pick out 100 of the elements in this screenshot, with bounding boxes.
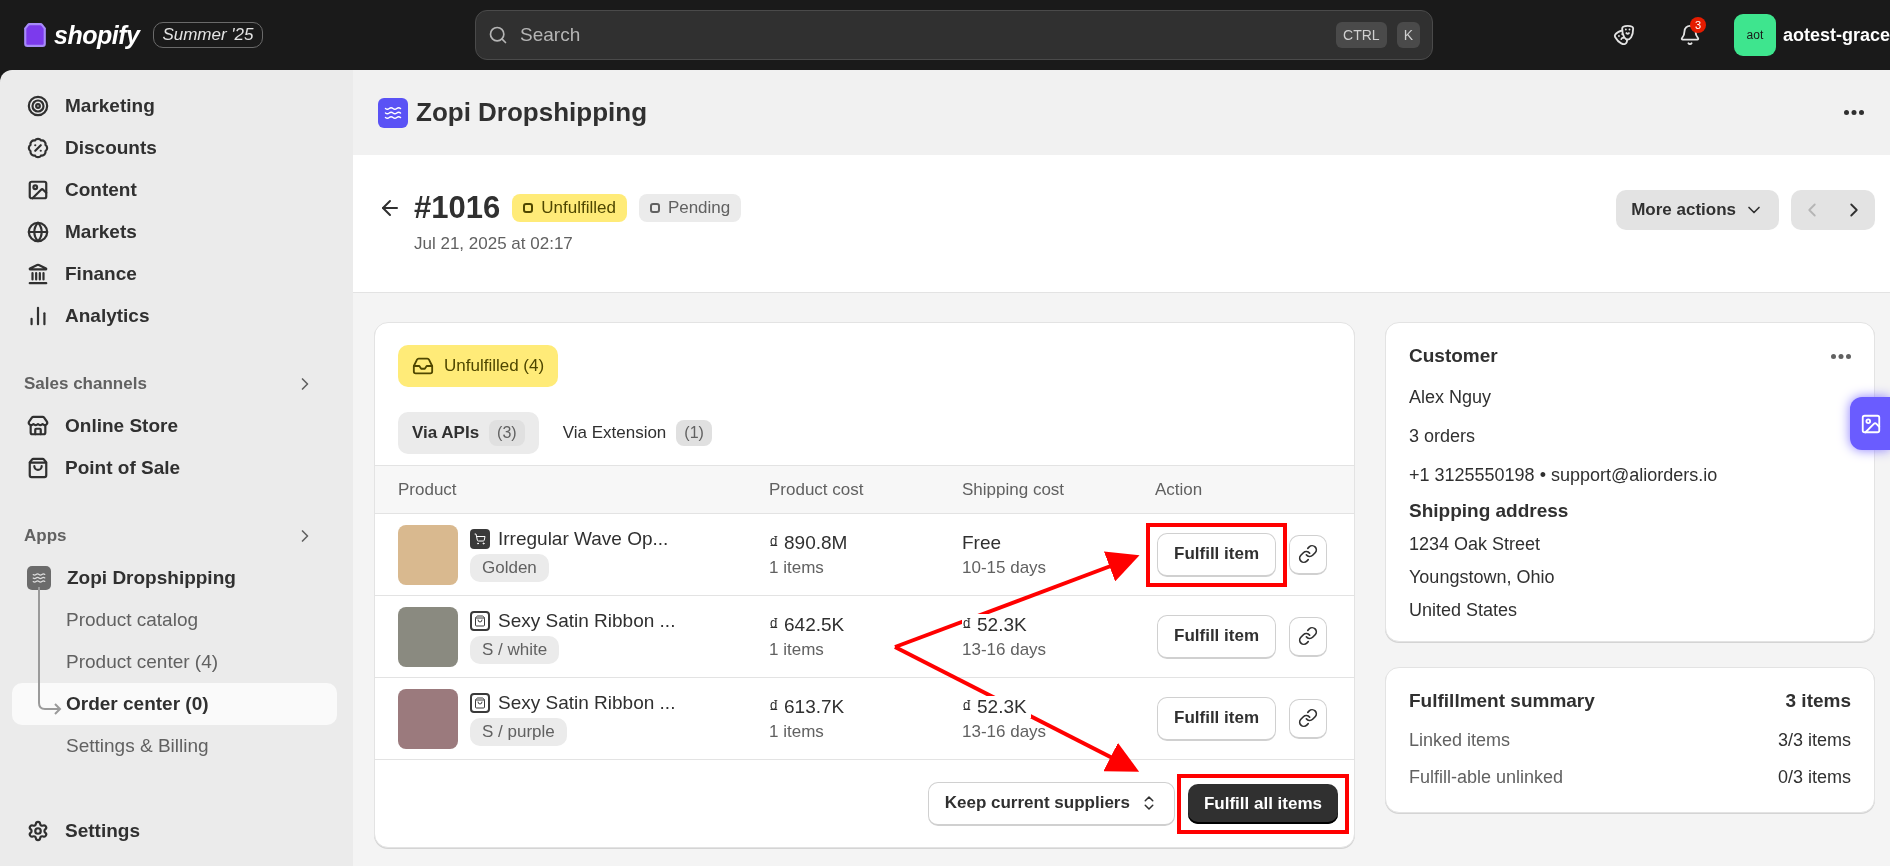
- more-actions-button[interactable]: More actions: [1616, 190, 1779, 230]
- notification-count: 3: [1689, 17, 1706, 33]
- column-header: Product cost: [769, 479, 865, 500]
- mask-icon: [1612, 24, 1635, 46]
- sidebar-section-heading[interactable]: Sales channels: [24, 363, 315, 405]
- photo-placeholder: [398, 524, 458, 585]
- tree-connector-icon: [36, 587, 64, 715]
- card-title: Shipping address: [1409, 500, 1569, 522]
- sidebar-subitem[interactable]: Product center (4): [12, 641, 337, 683]
- product-cost: ₫ 642.5K: [769, 613, 845, 636]
- fulfill-item-button[interactable]: Fulfill item: [1157, 532, 1276, 577]
- app-title: Zopi Dropshipping: [416, 97, 648, 128]
- product-name[interactable]: Irregular Wave Op...: [498, 527, 669, 550]
- search-input[interactable]: Search: [518, 23, 1327, 47]
- column-header: Product: [398, 479, 458, 500]
- photo-placeholder: [398, 606, 458, 667]
- link-button[interactable]: [1289, 534, 1327, 575]
- tab-count: (1): [676, 420, 712, 446]
- product-cost: ₫ 890.8M: [769, 531, 848, 554]
- summary-label: Fulfill-able unlinked: [1409, 767, 1564, 788]
- delivery-time: 13-16 days: [962, 721, 1047, 742]
- store-avatar[interactable]: aot: [1733, 14, 1776, 56]
- address-line: Youngstown, Ohio: [1409, 566, 1556, 589]
- order-number: #1016: [414, 190, 501, 226]
- status-badge: Unfulfilled: [512, 194, 627, 222]
- shortcut-key: CTRL: [1336, 22, 1387, 48]
- item-quantity: 1 items: [769, 721, 824, 742]
- notifications-button[interactable]: 3: [1667, 13, 1712, 57]
- column-header: Shipping cost: [962, 479, 1066, 500]
- tab[interactable]: Via Extension (1): [548, 412, 726, 454]
- customer-name[interactable]: Alex Nguy: [1409, 379, 1851, 418]
- fulfill-all-button[interactable]: Fulfill all items: [1187, 783, 1338, 824]
- product-name[interactable]: Sexy Satin Ribbon ...: [498, 609, 676, 632]
- sidebar-item[interactable]: Marketing: [12, 85, 337, 127]
- sidebar-item[interactable]: Online Store: [12, 405, 337, 447]
- sidebar-item[interactable]: Content: [12, 169, 337, 211]
- store-name[interactable]: aotest-grace: [1782, 24, 1890, 46]
- fulfill-item-button[interactable]: Fulfill item: [1157, 614, 1276, 659]
- item-quantity: 1 items: [769, 557, 824, 578]
- app-logo-icon: [378, 97, 408, 128]
- nav-icon: [27, 263, 49, 285]
- status-badge: Pending: [638, 194, 742, 222]
- nav-icon: [27, 415, 49, 437]
- sidebar-subitem[interactable]: Product catalog: [12, 599, 337, 641]
- sidebar-subitem[interactable]: Settings & Billing: [12, 725, 337, 767]
- link-button[interactable]: [1289, 698, 1327, 739]
- item-quantity: 1 items: [769, 639, 824, 660]
- sidebar-item[interactable]: Discounts: [12, 127, 337, 169]
- tab-count: (3): [489, 420, 525, 446]
- sidebar-item[interactable]: Analytics: [12, 295, 337, 337]
- link-icon: [1298, 626, 1318, 646]
- delivery-time: 10-15 days: [962, 557, 1047, 578]
- sidebar-item[interactable]: Settings: [12, 810, 337, 852]
- shortcut-key: K: [1396, 22, 1420, 48]
- summary-value: 0/3 items: [1777, 767, 1851, 788]
- nav-icon: [27, 305, 49, 327]
- nav-icon: [27, 137, 49, 159]
- contact-info: +1 3125550198 • support@aliorders.io: [1409, 464, 1719, 487]
- variant-label: Golden: [470, 553, 549, 582]
- nav-icon: [27, 179, 49, 201]
- address-line: 1234 Oak Street: [1409, 533, 1542, 556]
- column-header: Action: [1155, 479, 1204, 500]
- floating-widget-button[interactable]: [1850, 397, 1890, 450]
- store-icon: [470, 610, 490, 631]
- search-field[interactable]: Search CTRL K: [475, 10, 1433, 60]
- product-name[interactable]: Sexy Satin Ribbon ...: [498, 691, 676, 714]
- nav-icon: [27, 95, 49, 117]
- more-icon[interactable]: [1831, 353, 1851, 359]
- product-cost: ₫ 613.7K: [769, 695, 845, 718]
- sidebar-item[interactable]: Finance: [12, 253, 337, 295]
- sidebar-subitem[interactable]: Order center (0): [12, 683, 337, 725]
- link-button[interactable]: [1289, 616, 1327, 657]
- fulfill-item-button[interactable]: Fulfill item: [1157, 696, 1276, 741]
- link-icon: [1298, 708, 1318, 728]
- address-line: United States: [1409, 599, 1519, 622]
- next-button[interactable]: [1833, 190, 1875, 230]
- section-title: Apps: [24, 526, 67, 546]
- card-title: Fulfillment summary: [1409, 690, 1595, 712]
- image-icon: [1860, 412, 1882, 435]
- edition-label[interactable]: Summer '25: [153, 22, 263, 48]
- sidebar-item[interactable]: Markets: [12, 211, 337, 253]
- sidebar-item[interactable]: Point of Sale: [12, 447, 337, 489]
- search-icon: [488, 25, 508, 45]
- shipping-cost: ₫ 52.3K: [962, 695, 1031, 718]
- summary-label: Linked items: [1409, 730, 1511, 751]
- variant-label: S / white: [470, 635, 560, 664]
- store-icon: [470, 528, 490, 549]
- summary-value: 3/3 items: [1777, 730, 1851, 751]
- tab[interactable]: Via APIs (3): [398, 412, 539, 454]
- more-icon: [1844, 110, 1864, 115]
- app-icon: [27, 566, 51, 590]
- section-title: Sales channels: [24, 374, 147, 394]
- sidebar-item[interactable]: Zopi Dropshipping: [12, 557, 337, 599]
- order-count[interactable]: 3 orders: [1409, 418, 1851, 457]
- supplier-select[interactable]: Keep current suppliers: [927, 781, 1175, 826]
- card-title: Customer: [1409, 345, 1498, 367]
- summary-total: 3 items: [1785, 690, 1851, 712]
- sidebar-section-heading[interactable]: Apps: [24, 515, 315, 557]
- variant-label: S / purple: [470, 717, 567, 746]
- delivery-time: 13-16 days: [962, 639, 1047, 660]
